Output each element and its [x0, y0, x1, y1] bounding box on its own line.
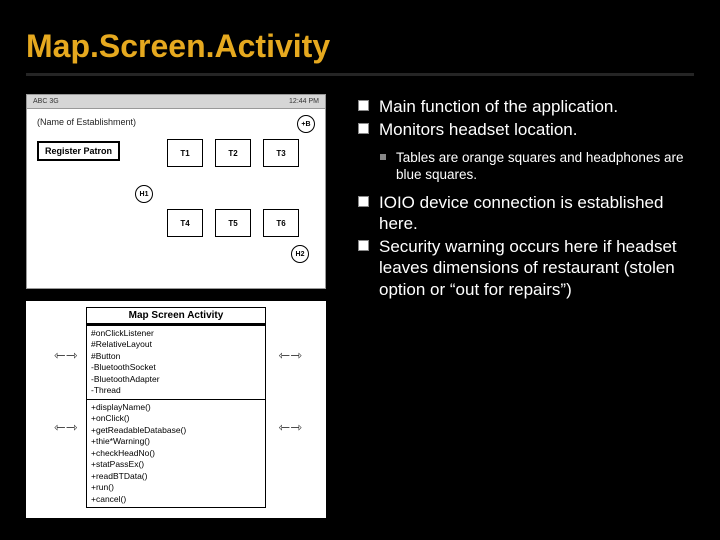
add-b-icon: +B	[297, 115, 315, 133]
bullet-item: Monitors headset location.	[358, 119, 694, 140]
uml-attr: #Button	[91, 351, 261, 362]
uml-diagram: ⇽⇾ ⇽⇾ ⇽⇾ ⇽⇾ Map Screen Activity #onClick…	[26, 301, 326, 518]
uml-op: +run()	[91, 482, 261, 493]
sub-bullet-item: Tables are orange squares and headphones…	[380, 149, 694, 184]
table-t1: T1	[167, 139, 203, 167]
h2-icon: H2	[291, 245, 309, 263]
uml-attr: #onClickListener	[91, 328, 261, 339]
uml-op: +cancel()	[91, 494, 261, 505]
right-column: Main function of the application. Monito…	[358, 94, 694, 518]
app-mockup: ABC 3G 12:44 PM (Name of Establishment) …	[26, 94, 326, 289]
uml-attr: -BluetoothAdapter	[91, 374, 261, 385]
slide-title: Map.Screen.Activity	[0, 0, 720, 67]
bullet-item: Security warning occurs here if headset …	[358, 236, 694, 300]
uml-op: +onClick()	[91, 413, 261, 424]
status-right: 12:44 PM	[289, 98, 319, 105]
uml-op: +thie*Warning()	[91, 436, 261, 447]
uml-op: +getReadableDatabase()	[91, 425, 261, 436]
bullet-text: Monitors headset location.	[379, 119, 577, 140]
uml-arrow-right-2: ⇽⇾	[279, 419, 302, 436]
table-t6: T6	[263, 209, 299, 237]
uml-arrow-left-1: ⇽⇾	[54, 347, 77, 364]
sub-bullet-text: Tables are orange squares and headphones…	[396, 149, 694, 184]
uml-class-name: Map Screen Activity	[86, 307, 266, 324]
bullet-text: Main function of the application.	[379, 96, 618, 117]
table-t4: T4	[167, 209, 203, 237]
uml-operations: +displayName() +onClick() +getReadableDa…	[87, 399, 265, 507]
uml-box: #onClickListener #RelativeLayout #Button…	[86, 324, 266, 508]
uml-op: +checkHeadNo()	[91, 448, 261, 459]
left-column: ABC 3G 12:44 PM (Name of Establishment) …	[26, 94, 336, 518]
uml-arrow-right-1: ⇽⇾	[279, 347, 302, 364]
bullet-box-icon	[358, 123, 369, 134]
bullet-box-icon	[358, 100, 369, 111]
table-t5: T5	[215, 209, 251, 237]
mockup-body: (Name of Establishment) Register Patron …	[27, 109, 325, 288]
uml-arrow-left-2: ⇽⇾	[54, 419, 77, 436]
slide: Map.Screen.Activity ABC 3G 12:44 PM (Nam…	[0, 0, 720, 540]
table-t3: T3	[263, 139, 299, 167]
establishment-label: (Name of Establishment)	[37, 117, 136, 127]
content-row: ABC 3G 12:44 PM (Name of Establishment) …	[0, 76, 720, 518]
bullet-item: IOIO device connection is established he…	[358, 192, 694, 235]
status-bar: ABC 3G 12:44 PM	[27, 95, 325, 109]
uml-attr: -BluetoothSocket	[91, 362, 261, 373]
sub-bullet-icon	[380, 154, 386, 160]
bullet-box-icon	[358, 196, 369, 207]
register-patron-button: Register Patron	[37, 141, 120, 161]
uml-op: +displayName()	[91, 402, 261, 413]
h1-icon: H1	[135, 185, 153, 203]
bullet-text: IOIO device connection is established he…	[379, 192, 694, 235]
uml-op: +statPassEx()	[91, 459, 261, 470]
uml-op: +readBTData()	[91, 471, 261, 482]
bullet-item: Main function of the application.	[358, 96, 694, 117]
uml-attr: -Thread	[91, 385, 261, 396]
uml-attr: #RelativeLayout	[91, 339, 261, 350]
bullet-text: Security warning occurs here if headset …	[379, 236, 694, 300]
bullet-box-icon	[358, 240, 369, 251]
table-t2: T2	[215, 139, 251, 167]
uml-attributes: #onClickListener #RelativeLayout #Button…	[87, 325, 265, 399]
status-left: ABC 3G	[33, 98, 59, 105]
